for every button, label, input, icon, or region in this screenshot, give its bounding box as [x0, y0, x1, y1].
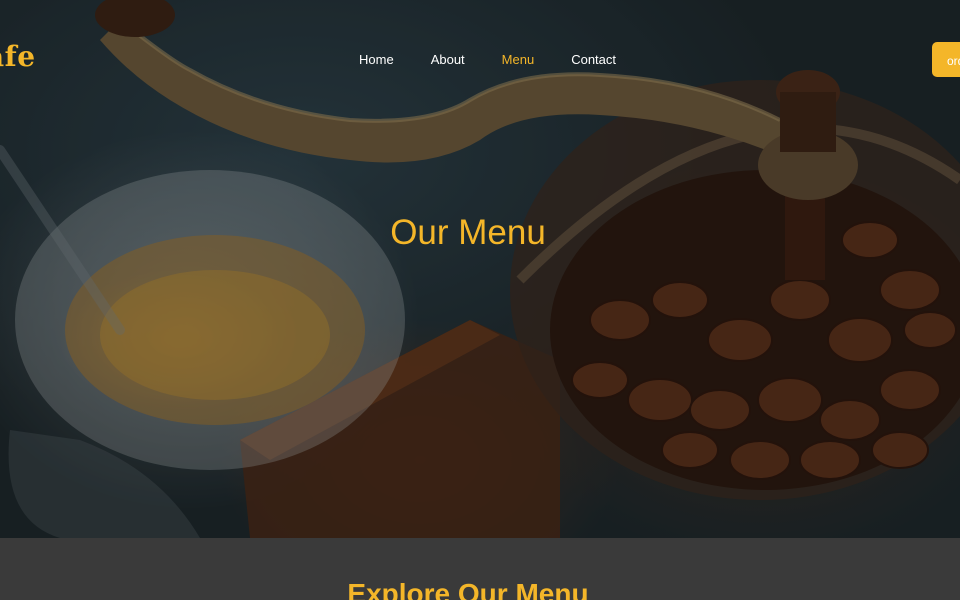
order-button[interactable]: order [932, 42, 960, 77]
nav-item-menu[interactable]: Menu [502, 52, 535, 67]
nav-item-home[interactable]: Home [359, 52, 394, 67]
brand-logo[interactable]: afe [0, 40, 36, 73]
hero-banner: afe Home About Menu Contact order Our Me… [0, 0, 960, 538]
hero-overlay [0, 0, 960, 538]
menu-section: Explore Our Menu [0, 538, 960, 600]
nav-item-contact[interactable]: Contact [571, 52, 616, 67]
nav-item-about[interactable]: About [431, 52, 465, 67]
main-nav: Home About Menu Contact [359, 52, 653, 67]
hero-title: Our Menu [390, 213, 546, 252]
section-title: Explore Our Menu [347, 578, 589, 600]
